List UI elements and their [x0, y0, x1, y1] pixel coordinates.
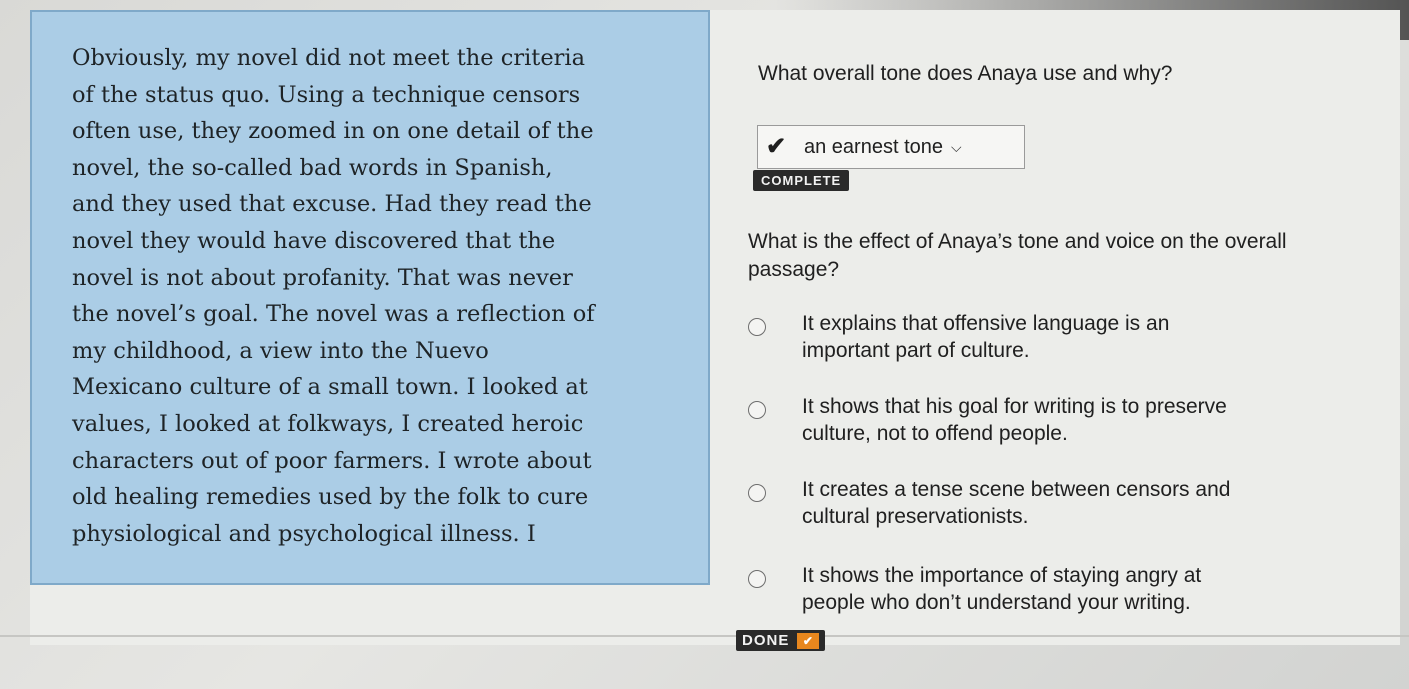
- answer-option-text: It explains that offensive language is a…: [802, 312, 1170, 362]
- reading-passage: Obviously, my novel did not meet the cri…: [30, 10, 710, 585]
- question-2-prompt: What is the effect of Anaya’s tone and v…: [748, 230, 1287, 281]
- checkmark-icon: ✔: [797, 632, 820, 649]
- done-button[interactable]: DONE ✔: [736, 630, 826, 651]
- done-label: DONE: [742, 632, 790, 649]
- tone-answer-select[interactable]: ✔ an earnest tone ⌵: [757, 125, 1025, 169]
- page-divider: [0, 635, 1409, 637]
- passage-text: Obviously, my novel did not meet the cri…: [72, 45, 595, 547]
- chevron-down-icon[interactable]: ⌵: [951, 139, 962, 156]
- answer-option-text: It creates a tense scene between censors…: [802, 478, 1231, 528]
- checkmark-icon: ✔: [766, 133, 787, 160]
- answer-option-2[interactable]: It shows that his goal for writing is to…: [748, 393, 1368, 447]
- answer-option-3[interactable]: It creates a tense scene between censors…: [748, 476, 1368, 530]
- answer-option-1[interactable]: It explains that offensive language is a…: [748, 310, 1368, 364]
- question-1-prompt: What overall tone does Anaya use and why…: [758, 62, 1173, 85]
- answer-option-text: It shows the importance of staying angry…: [802, 564, 1202, 614]
- radio-button-icon[interactable]: [748, 401, 766, 419]
- radio-button-icon[interactable]: [748, 570, 766, 588]
- complete-badge: COMPLETE: [753, 170, 850, 191]
- radio-button-icon[interactable]: [748, 318, 766, 336]
- answer-option-4[interactable]: It shows the importance of staying angry…: [748, 562, 1368, 616]
- answer-option-text: It shows that his goal for writing is to…: [802, 395, 1227, 445]
- radio-button-icon[interactable]: [748, 484, 766, 502]
- tone-answer-value: an earnest tone: [804, 135, 943, 158]
